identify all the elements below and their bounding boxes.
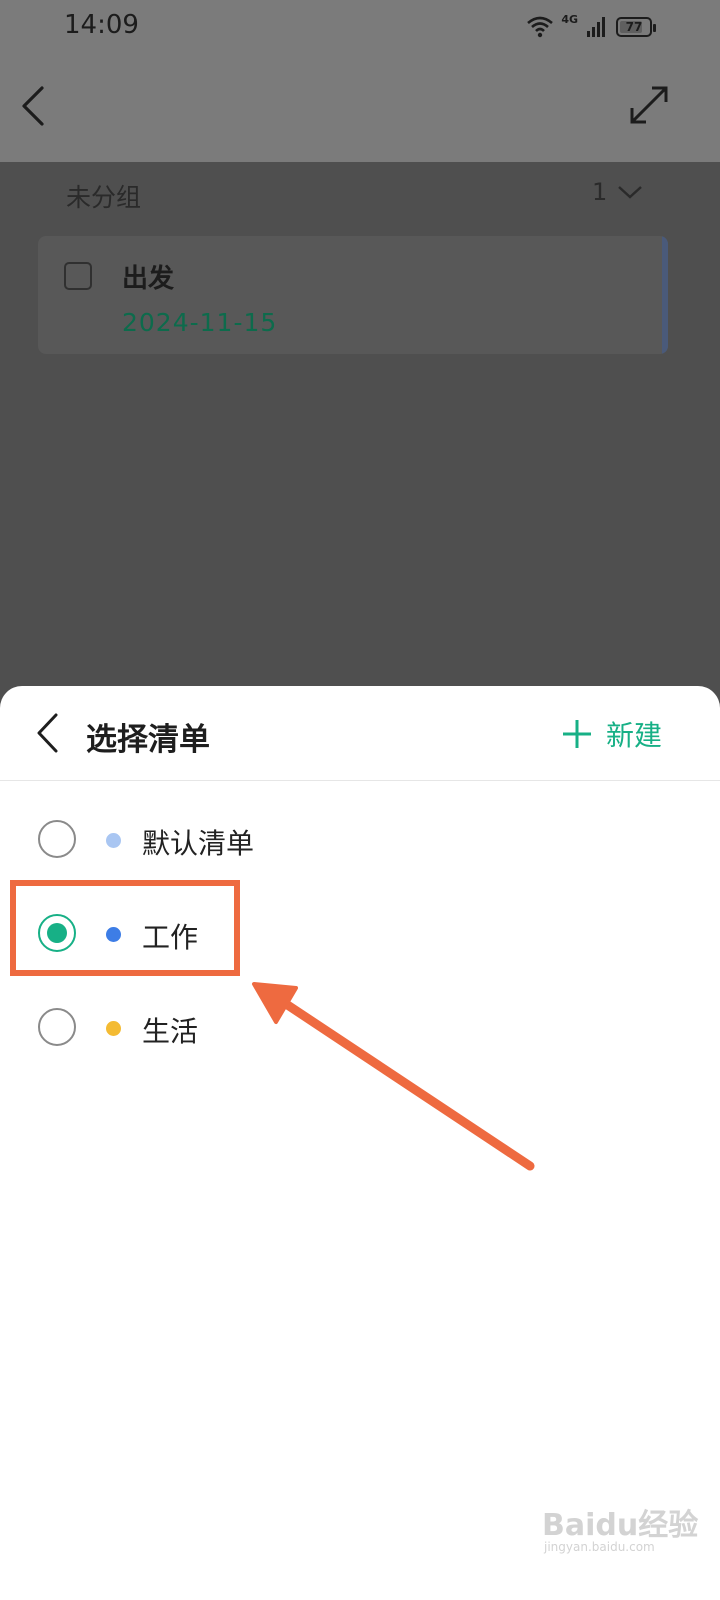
list-item-label: 生活	[142, 1015, 199, 1048]
select-list-sheet: 选择清单 新建 默认清单 工作 生活	[0, 686, 720, 1600]
new-list-label: 新建	[606, 719, 663, 752]
expand-icon[interactable]	[630, 86, 668, 124]
watermark-logo: Baidu经验	[542, 1508, 699, 1543]
color-dot-icon	[106, 833, 121, 848]
list-item-default[interactable]: 默认清单	[0, 800, 720, 880]
network-type: 4G	[561, 12, 578, 26]
battery-level: 77	[625, 20, 643, 34]
annotation-highlight-box	[10, 880, 240, 976]
sheet-title: 选择清单	[86, 722, 210, 758]
group-count-toggle[interactable]: 1	[592, 178, 643, 206]
radio-life[interactable]	[38, 1008, 76, 1046]
task-card[interactable]: 出发 2024-11-15	[38, 236, 668, 354]
group-count: 1	[592, 178, 608, 206]
battery-icon: 77	[616, 17, 656, 37]
status-icons: 4G 77	[527, 12, 656, 42]
back-arrow-icon[interactable]	[18, 84, 48, 128]
sheet-back-icon[interactable]	[34, 712, 62, 754]
plus-icon	[563, 720, 591, 748]
watermark-url: jingyan.baidu.com	[544, 1540, 655, 1554]
list-item-label: 默认清单	[142, 827, 255, 860]
signal-icon	[587, 17, 605, 37]
wifi-icon	[527, 16, 554, 38]
task-date: 2024-11-15	[122, 308, 278, 337]
task-checkbox[interactable]	[64, 262, 92, 290]
new-list-button[interactable]: 新建	[562, 714, 662, 754]
radio-default[interactable]	[38, 820, 76, 858]
chevron-down-icon	[618, 186, 643, 199]
group-title: 未分组	[66, 183, 142, 212]
list-item-life[interactable]: 生活	[0, 988, 720, 1068]
status-time: 14:09	[64, 10, 139, 40]
color-dot-icon	[106, 1021, 121, 1036]
task-card-accent	[662, 236, 668, 354]
task-title: 出发	[122, 264, 175, 294]
app-header: 14:09 4G 77	[0, 0, 720, 162]
sheet-header: 选择清单 新建	[0, 686, 720, 781]
